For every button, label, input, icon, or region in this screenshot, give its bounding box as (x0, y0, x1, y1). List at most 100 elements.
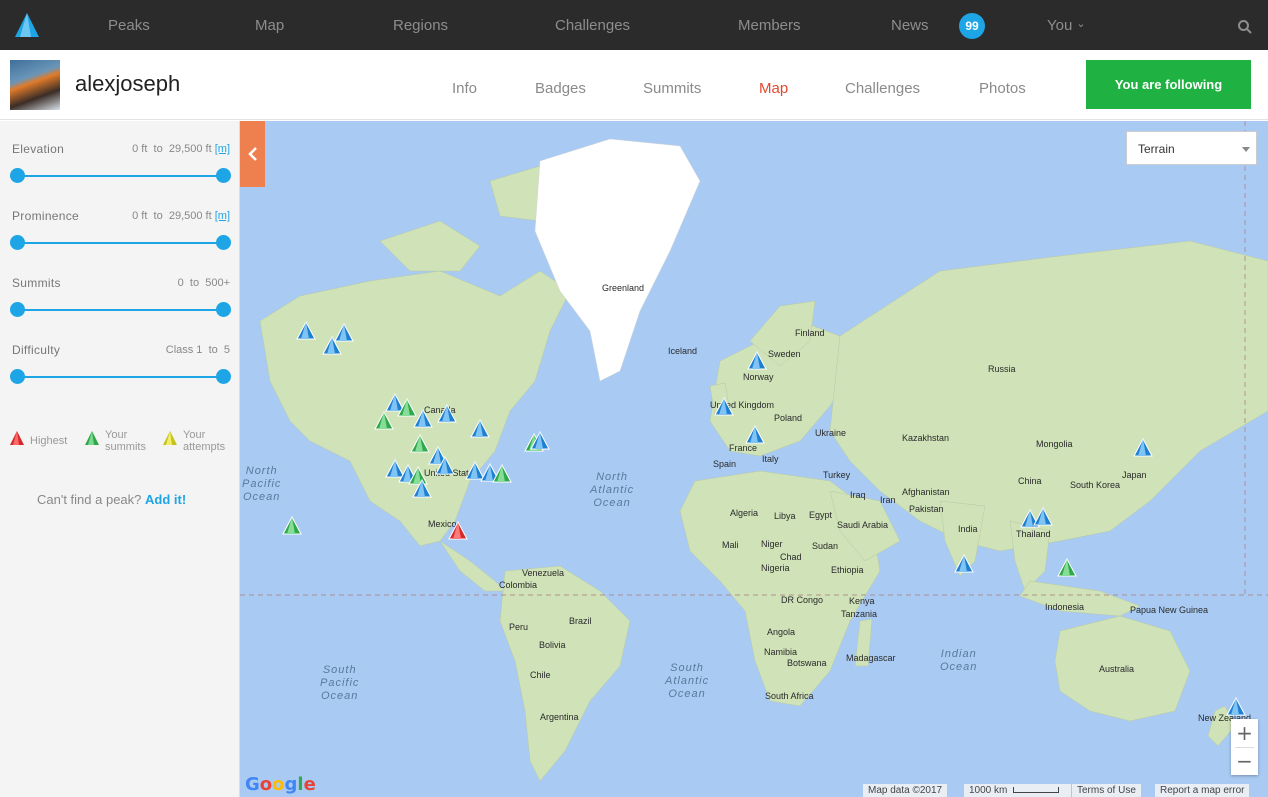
summit-marker-icon (85, 431, 99, 445)
difficulty-to: 5 (223, 344, 230, 356)
peak-markers-layer (282, 320, 1246, 716)
avatar[interactable] (10, 60, 60, 110)
nav-map[interactable]: Map (255, 17, 284, 34)
chevron-down-icon (1242, 147, 1250, 152)
summits-label: Summits (12, 276, 61, 290)
prominence-unit-toggle[interactable]: [m] (215, 210, 230, 222)
prominence-slider-track[interactable] (17, 242, 223, 244)
summits-slider-track[interactable] (17, 309, 223, 311)
summit-marker[interactable] (492, 463, 512, 483)
google-logo[interactable]: Google (245, 774, 316, 795)
elevation-unit-toggle[interactable]: [m] (215, 143, 230, 155)
difficulty-min-handle[interactable] (10, 369, 25, 384)
tab-info[interactable]: Info (452, 80, 477, 97)
summit-marker[interactable] (374, 410, 394, 430)
prominence-max-handle[interactable] (216, 235, 231, 250)
peak-marker[interactable] (745, 424, 765, 444)
difficulty-slider-track[interactable] (17, 376, 223, 378)
peak-marker[interactable] (385, 392, 405, 412)
profile-header: alexjoseph Info Badges Summits Map Chall… (0, 50, 1268, 120)
nav-you[interactable]: You ⌄ (1047, 17, 1086, 34)
elevation-min-handle[interactable] (10, 168, 25, 183)
legend-attempts-label-1: Your (183, 429, 206, 441)
elevation-to: 29,500 ft (168, 143, 212, 155)
news-count-badge[interactable]: 99 (959, 13, 985, 39)
report-map-error-link[interactable]: Report a map error (1155, 784, 1250, 797)
legend-attempts-label-2: attempts (183, 441, 226, 453)
tab-summits[interactable]: Summits (643, 80, 701, 97)
prominence-from: 0 ft (132, 210, 148, 222)
elevation-max-handle[interactable] (216, 168, 231, 183)
search-icon[interactable] (1237, 19, 1253, 35)
difficulty-from: Class 1 (165, 344, 203, 356)
peak-marker[interactable] (413, 408, 433, 428)
legend-highest-label: Highest (30, 435, 68, 447)
elevation-range: 0 ft to 29,500 ft [m] (132, 143, 230, 155)
chevron-left-icon (248, 147, 257, 161)
peak-marker[interactable] (465, 460, 485, 480)
highest-peak-marker[interactable] (448, 520, 468, 540)
tab-map[interactable]: Map (759, 80, 788, 97)
prominence-min-handle[interactable] (10, 235, 25, 250)
legend-summits-label-1: Your (105, 429, 128, 441)
prominence-range: 0 ft to 29,500 ft [m] (132, 210, 230, 222)
peakbagger-logo-icon[interactable] (14, 12, 40, 38)
map-type-select[interactable]: Terrain (1126, 131, 1257, 165)
legend-your-attempts: Your attempts (161, 429, 239, 453)
map-type-value: Terrain (1138, 142, 1175, 156)
difficulty-to-word: to (208, 344, 218, 356)
terms-of-use-link[interactable]: Terms of Use (1072, 784, 1141, 797)
add-peak-prompt: Can't find a peak? Add it! (37, 492, 186, 507)
peak-marker[interactable] (747, 350, 767, 370)
prominence-to: 29,500 ft (168, 210, 212, 222)
map-scale: 1000 km (964, 784, 1071, 797)
peak-marker[interactable] (1133, 437, 1153, 457)
summits-min-handle[interactable] (10, 302, 25, 317)
difficulty-max-handle[interactable] (216, 369, 231, 384)
summit-marker[interactable] (1057, 557, 1077, 577)
peak-marker[interactable] (437, 403, 457, 423)
nav-regions[interactable]: Regions (393, 17, 448, 34)
peak-marker[interactable] (296, 320, 316, 340)
peak-marker[interactable] (1226, 696, 1246, 716)
highest-peak-marker-icon (10, 431, 24, 445)
summits-to-word: to (189, 277, 200, 289)
tab-photos[interactable]: Photos (979, 80, 1026, 97)
summits-max-handle[interactable] (216, 302, 231, 317)
add-peak-link[interactable]: Add it! (145, 492, 186, 507)
zoom-in-button[interactable]: + (1231, 719, 1258, 747)
difficulty-range: Class 1 to 5 (166, 344, 230, 356)
nav-members[interactable]: Members (738, 17, 801, 34)
summits-to: 500+ (205, 277, 230, 289)
elevation-slider-track[interactable] (17, 175, 223, 177)
prominence-to-word: to (153, 210, 163, 222)
elevation-from: 0 ft (132, 143, 148, 155)
peak-marker[interactable] (385, 458, 405, 478)
world-map[interactable]: North Pacific Ocean North Atlantic Ocean Sou… (240, 121, 1268, 797)
summits-from: 0 (177, 277, 184, 289)
nav-news[interactable]: News (891, 17, 929, 34)
peak-marker[interactable] (334, 322, 354, 342)
zoom-controls: + − (1231, 719, 1258, 775)
tab-badges[interactable]: Badges (535, 80, 586, 97)
legend-summits-label-2: summits (105, 441, 146, 453)
peak-marker[interactable] (954, 553, 974, 573)
tab-challenges[interactable]: Challenges (845, 80, 920, 97)
cant-find-text: Can't find a peak? (37, 492, 142, 507)
summits-range: 0 to 500+ (178, 277, 230, 289)
summit-marker[interactable] (282, 515, 302, 535)
difficulty-label: Difficulty (12, 343, 61, 357)
attempt-marker-icon (163, 431, 177, 445)
following-button[interactable]: You are following (1086, 60, 1251, 109)
legend-your-summits: Your summits (83, 429, 153, 453)
peak-marker[interactable] (470, 418, 490, 438)
peak-marker[interactable] (1033, 506, 1053, 526)
profile-username: alexjoseph (75, 71, 181, 96)
nav-peaks[interactable]: Peaks (108, 17, 150, 34)
peak-marker[interactable] (714, 396, 734, 416)
collapse-sidebar-button[interactable] (240, 121, 265, 187)
zoom-out-button[interactable]: − (1231, 747, 1258, 775)
summit-marker[interactable] (410, 433, 430, 453)
nav-challenges[interactable]: Challenges (555, 17, 630, 34)
map-data-attribution: Map data ©2017 (863, 784, 948, 797)
